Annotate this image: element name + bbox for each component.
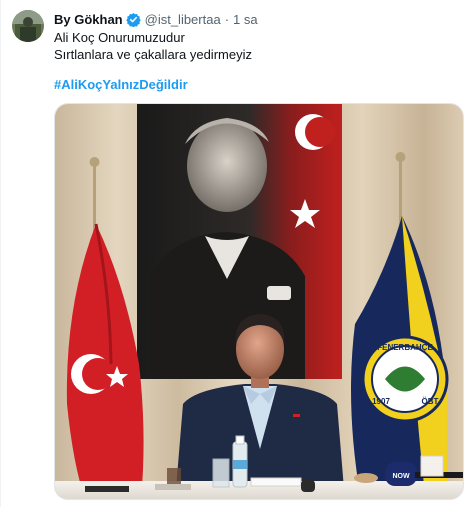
tweet-text-line-1: Ali Koç Onurumuzudur	[54, 30, 185, 45]
display-name[interactable]: By Gökhan	[54, 12, 123, 27]
user-handle[interactable]: @ist_libertaa	[145, 12, 221, 27]
timestamp[interactable]: 1 sa	[233, 12, 258, 27]
separator-dot: ·	[224, 11, 230, 27]
flag-logo-suffix: ÖBT	[422, 397, 439, 406]
timeline-border	[0, 0, 1, 507]
flag-logo-year: 1907	[372, 397, 390, 406]
mic-label: NOW	[392, 473, 410, 480]
photo-illustration: FENERBAHÇE 1907 ÖBT NOW	[55, 104, 463, 499]
tweet[interactable]: By Gökhan @ist_libertaa · 1 sa Ali Koç O…	[0, 0, 472, 507]
avatar[interactable]	[12, 10, 44, 42]
tweet-photo[interactable]: FENERBAHÇE 1907 ÖBT NOW	[54, 103, 464, 500]
verified-badge-icon[interactable]	[125, 12, 141, 27]
tweet-header: By Gökhan @ist_libertaa · 1 sa	[54, 10, 258, 28]
flag-logo-text: FENERBAHÇE	[377, 343, 433, 352]
tweet-text-line-2: Sırtlanlara ve çakallara yedirmeyiz	[54, 47, 252, 62]
hashtag-link[interactable]: #AliKoçYalnızDeğildir	[54, 76, 188, 93]
